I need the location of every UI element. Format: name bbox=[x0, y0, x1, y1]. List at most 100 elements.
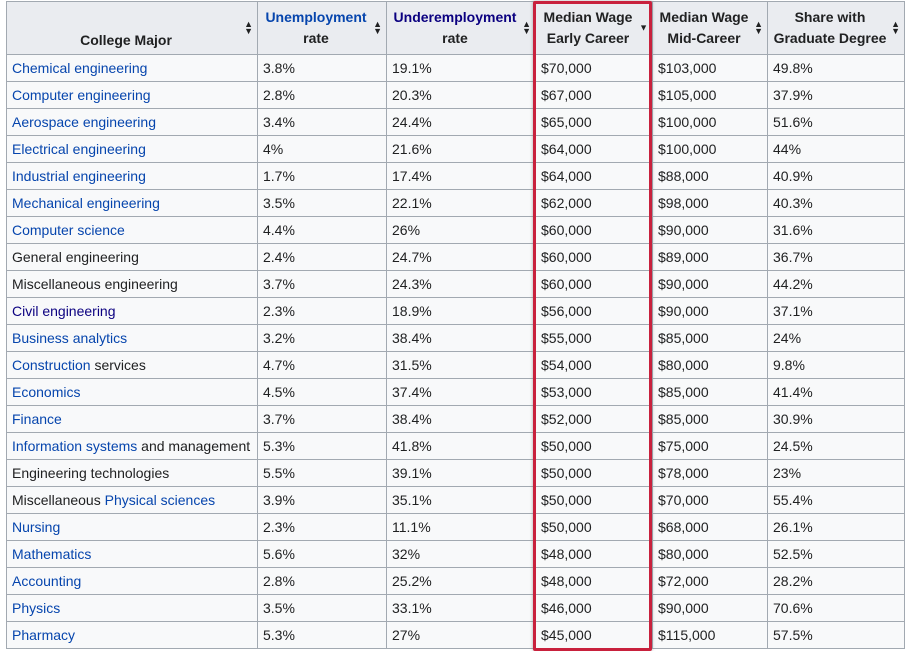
cell-under: 19.1% bbox=[386, 54, 536, 82]
header-median-wage-mid[interactable]: Median Wage Mid-Career ▲ ▼ bbox=[652, 1, 768, 55]
cell-major: Physics bbox=[6, 594, 258, 622]
sort-both-icon[interactable]: ▲ ▼ bbox=[891, 20, 900, 36]
cell-grad: 40.3% bbox=[767, 189, 905, 217]
table-row: Information systems and management 5.3% 41… bbox=[6, 432, 905, 460]
cell-grad: 31.6% bbox=[767, 216, 905, 244]
cell-early: $45,000 bbox=[535, 621, 653, 649]
cell-major: Miscellaneous engineering bbox=[6, 270, 258, 298]
major-link[interactable]: Nursing bbox=[12, 519, 60, 535]
major-link[interactable]: Business analytics bbox=[12, 330, 127, 346]
cell-grad: 37.1% bbox=[767, 297, 905, 325]
cell-unemp: 2.4% bbox=[257, 243, 387, 271]
major-link[interactable]: Chemical engineering bbox=[12, 60, 147, 76]
sort-desc-icon[interactable]: ▼ bbox=[639, 18, 648, 39]
header-underemployment-rate[interactable]: Underemployment rate ▲ ▼ bbox=[386, 1, 536, 55]
major-link[interactable]: Economics bbox=[12, 384, 80, 400]
major-text: General engineering bbox=[12, 249, 139, 265]
header-unemployment-rate[interactable]: Unemployment rate ▲ ▼ bbox=[257, 1, 387, 55]
header-college-major[interactable]: College Major ▲ ▼ bbox=[6, 1, 258, 55]
table-row: Computer science 4.4% 26% $60,000 $90,000 31.… bbox=[6, 216, 905, 244]
cell-under: 18.9% bbox=[386, 297, 536, 325]
cell-mid: $89,000 bbox=[652, 243, 768, 271]
header-label-line2: rate bbox=[442, 30, 468, 46]
cell-unemp: 1.7% bbox=[257, 162, 387, 190]
major-link[interactable]: Civil engineering bbox=[12, 303, 116, 319]
major-link[interactable]: Construction bbox=[12, 357, 91, 373]
major-text: Miscellaneous bbox=[12, 492, 105, 508]
major-link[interactable]: Industrial engineering bbox=[12, 168, 146, 184]
cell-mid: $105,000 bbox=[652, 81, 768, 109]
majors-table: College Major ▲ ▼ Unemployment rate ▲ ▼ Underem… bbox=[6, 1, 905, 649]
cell-mid: $103,000 bbox=[652, 54, 768, 82]
cell-unemp: 3.5% bbox=[257, 594, 387, 622]
sort-both-icon[interactable]: ▲ ▼ bbox=[244, 20, 253, 36]
header-label-line1: Median Wage bbox=[543, 9, 633, 25]
cell-under: 33.1% bbox=[386, 594, 536, 622]
major-link[interactable]: Computer engineering bbox=[12, 87, 151, 103]
table-row: Finance 3.7% 38.4% $52,000 $85,000 30.9% bbox=[6, 405, 905, 433]
major-link[interactable]: Pharmacy bbox=[12, 627, 75, 643]
cell-major: Civil engineering bbox=[6, 297, 258, 325]
cell-mid: $78,000 bbox=[652, 459, 768, 487]
header-label-line2: Early Career bbox=[546, 30, 630, 46]
major-text: Engineering technologies bbox=[12, 465, 170, 481]
cell-major: Information systems and management bbox=[6, 432, 258, 460]
header-label-line1[interactable]: Unemployment bbox=[265, 9, 366, 25]
sort-both-icon[interactable]: ▲ ▼ bbox=[754, 20, 763, 36]
cell-under: 32% bbox=[386, 540, 536, 568]
cell-unemp: 3.7% bbox=[257, 270, 387, 298]
table-row: Business analytics 3.2% 38.4% $55,000 $85,00… bbox=[6, 324, 905, 352]
cell-unemp: 4.4% bbox=[257, 216, 387, 244]
cell-under: 20.3% bbox=[386, 81, 536, 109]
header-label-line1: Share with bbox=[794, 9, 866, 25]
cell-grad: 26.1% bbox=[767, 513, 905, 541]
cell-under: 39.1% bbox=[386, 459, 536, 487]
cell-grad: 23% bbox=[767, 459, 905, 487]
cell-early: $64,000 bbox=[535, 135, 653, 163]
major-text: services bbox=[90, 357, 146, 373]
cell-unemp: 4% bbox=[257, 135, 387, 163]
cell-grad: 49.8% bbox=[767, 54, 905, 82]
cell-under: 11.1% bbox=[386, 513, 536, 541]
cell-early: $60,000 bbox=[535, 243, 653, 271]
header-label-line2: Mid-Career bbox=[667, 30, 741, 46]
cell-major: Chemical engineering bbox=[6, 54, 258, 82]
table-row: Engineering technologies 5.5% 39.1% $50,000… bbox=[6, 459, 905, 487]
cell-early: $55,000 bbox=[535, 324, 653, 352]
header-label: Median Wage Early Career bbox=[544, 9, 633, 46]
header-label: Median Wage Mid-Career bbox=[660, 9, 749, 46]
cell-under: 35.1% bbox=[386, 486, 536, 514]
cell-major: Aerospace engineering bbox=[6, 108, 258, 136]
table-row: Mathematics 5.6% 32% $48,000 $80,000 52.5% bbox=[6, 540, 905, 568]
table-row: Electrical engineering 4% 21.6% $64,000 $100… bbox=[6, 135, 905, 163]
table-body: Chemical engineering 3.8% 19.1% $70,000 $103… bbox=[6, 54, 905, 649]
major-link[interactable]: Electrical engineering bbox=[12, 141, 146, 157]
major-link[interactable]: Physics bbox=[12, 600, 60, 616]
major-link[interactable]: Aerospace engineering bbox=[12, 114, 156, 130]
sort-both-icon[interactable]: ▲ ▼ bbox=[373, 20, 382, 36]
major-link[interactable]: Mechanical engineering bbox=[12, 195, 160, 211]
cell-early: $65,000 bbox=[535, 108, 653, 136]
table-row: Construction services 4.7% 31.5% $54,000 $80… bbox=[6, 351, 905, 379]
cell-under: 37.4% bbox=[386, 378, 536, 406]
major-link[interactable]: Information systems bbox=[12, 438, 137, 454]
cell-under: 17.4% bbox=[386, 162, 536, 190]
major-link[interactable]: Finance bbox=[12, 411, 62, 427]
sort-both-icon[interactable]: ▲ ▼ bbox=[522, 20, 531, 36]
header-median-wage-early[interactable]: Median Wage Early Career ▼ bbox=[535, 1, 653, 55]
cell-grad: 44% bbox=[767, 135, 905, 163]
cell-mid: $75,000 bbox=[652, 432, 768, 460]
major-link[interactable]: Mathematics bbox=[12, 546, 91, 562]
cell-major: Pharmacy bbox=[6, 621, 258, 649]
header-label-line1[interactable]: Underemployment bbox=[394, 9, 517, 25]
major-link[interactable]: Physical sciences bbox=[105, 492, 216, 508]
major-link[interactable]: Accounting bbox=[12, 573, 81, 589]
header-graduate-degree-share[interactable]: Share with Graduate Degree ▲ ▼ bbox=[767, 1, 905, 55]
cell-major: Engineering technologies bbox=[6, 459, 258, 487]
major-link[interactable]: Computer science bbox=[12, 222, 125, 238]
cell-mid: $80,000 bbox=[652, 540, 768, 568]
cell-early: $54,000 bbox=[535, 351, 653, 379]
cell-under: 26% bbox=[386, 216, 536, 244]
cell-mid: $80,000 bbox=[652, 351, 768, 379]
cell-unemp: 2.3% bbox=[257, 297, 387, 325]
